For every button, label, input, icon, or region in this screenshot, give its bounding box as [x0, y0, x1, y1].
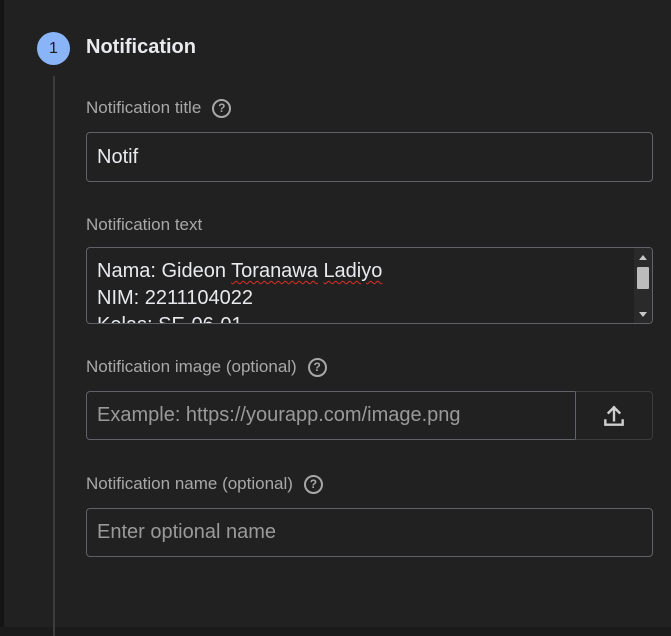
- notification-step-panel: 1 Notification Notification title ? Noti…: [4, 0, 671, 636]
- notification-name-label: Notification name (optional) ?: [86, 474, 323, 494]
- step-title: Notification: [86, 36, 196, 58]
- stepper-line: [53, 76, 55, 636]
- notification-name-label-text: Notification name (optional): [86, 474, 293, 493]
- notification-name-input[interactable]: [86, 508, 653, 557]
- text-line: NIM: 2211104022: [97, 287, 254, 309]
- notification-image-label: Notification image (optional) ?: [86, 357, 327, 377]
- scroll-up-arrow-icon[interactable]: [639, 255, 647, 260]
- notification-image-url-input[interactable]: [86, 391, 576, 440]
- help-icon[interactable]: ?: [307, 357, 327, 377]
- help-icon[interactable]: ?: [212, 98, 232, 118]
- notification-text-label-text: Notification text: [86, 215, 203, 234]
- notification-text-textarea[interactable]: Nama: Gideon Toranawa Ladiyo NIM: 221110…: [86, 247, 653, 324]
- step-number-badge: 1: [37, 32, 70, 65]
- notification-text-content: Nama: Gideon Toranawa Ladiyo NIM: 221110…: [97, 258, 630, 323]
- notification-title-label-text: Notification title: [86, 98, 202, 117]
- notification-text-label: Notification text: [86, 215, 202, 235]
- upload-image-button[interactable]: [575, 391, 653, 440]
- notification-title-label: Notification title ?: [86, 98, 232, 118]
- upload-icon: [604, 405, 624, 426]
- scroll-down-arrow-icon[interactable]: [639, 312, 647, 317]
- notification-title-input[interactable]: [86, 132, 653, 182]
- scrollbar-thumb[interactable]: [637, 267, 649, 289]
- text-line: Nama: Gideon Toranawa Ladiyo: [97, 260, 383, 282]
- text-line: Kelas: SE-06-01: [97, 312, 630, 323]
- notification-image-label-text: Notification image (optional): [86, 357, 297, 376]
- help-icon[interactable]: ?: [303, 474, 323, 494]
- textarea-scrollbar[interactable]: [634, 248, 652, 323]
